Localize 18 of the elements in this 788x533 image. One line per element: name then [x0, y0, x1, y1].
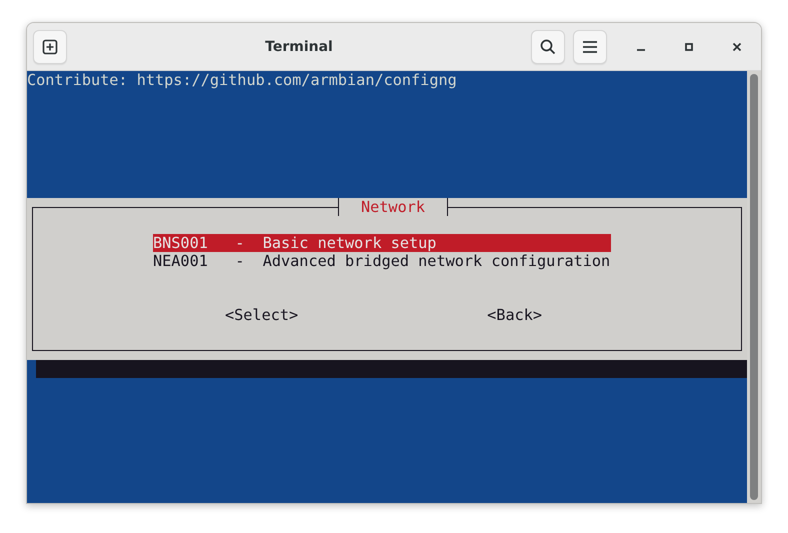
window-title: Terminal [264, 38, 334, 54]
minimize-icon [637, 48, 645, 50]
dialog-title: Network [338, 198, 448, 216]
menu-item[interactable]: BNS001 - Basic network setup [153, 234, 611, 252]
search-button[interactable] [531, 30, 565, 64]
menu-button[interactable] [573, 30, 607, 64]
dialog-button[interactable]: <Back> [487, 306, 542, 324]
maximize-icon [684, 42, 694, 52]
scrollbar-thumb[interactable] [750, 74, 758, 500]
terminal-line: Contribute: https://github.com/armbian/configng [27, 71, 457, 89]
dialog-button[interactable]: <Select> [225, 306, 298, 324]
new-tab-button[interactable] [33, 30, 67, 64]
menu-icon [582, 40, 598, 54]
plus-box-icon [42, 38, 58, 54]
search-icon [540, 38, 556, 54]
close-icon [732, 42, 742, 52]
scrollbar[interactable] [747, 71, 761, 503]
menu-item[interactable]: NEA001 - Advanced bridged network configuration [153, 252, 611, 270]
